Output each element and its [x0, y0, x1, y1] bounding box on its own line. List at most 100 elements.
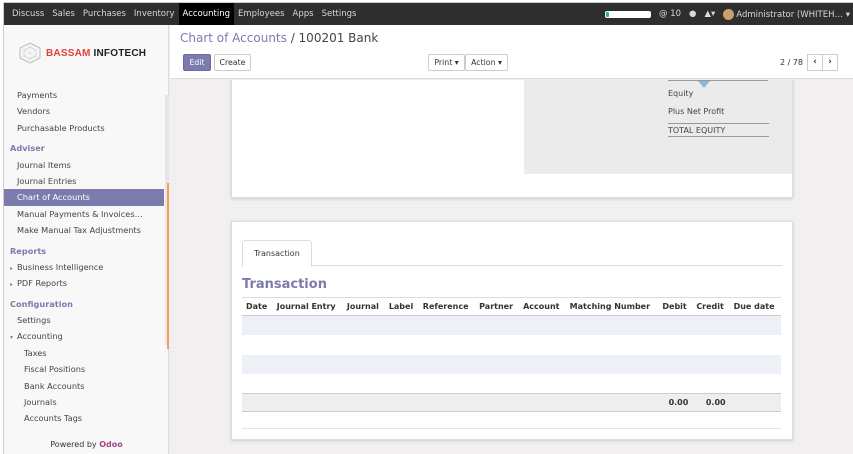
sidebar-item-label: Business Intelligence: [17, 261, 104, 272]
breadcrumb-link-chart-of-accounts[interactable]: Chart of Accounts: [180, 31, 287, 45]
column-header-credit[interactable]: Credit: [692, 297, 730, 316]
powered-by: Powered by Odoo: [50, 440, 123, 449]
sidebar-item-label: PDF Reports: [17, 278, 67, 289]
sidebar-item-label: Taxes: [24, 347, 47, 358]
top-menu-discuss[interactable]: Discuss: [8, 3, 48, 25]
sidebar-item-label: Payments: [17, 90, 58, 100]
action-dropdown[interactable]: Action ▾: [465, 54, 508, 71]
column-header-journal-entry[interactable]: Journal Entry: [272, 297, 343, 316]
table-row[interactable]: [242, 374, 781, 394]
caret-right-icon: ▸: [10, 281, 14, 289]
top-menu-inventory[interactable]: Inventory: [130, 3, 179, 25]
sidebar-item-vendors[interactable]: Vendors: [4, 103, 164, 119]
control-panel: Chart of Accounts / 100201 Bank Edit Cre…: [170, 25, 853, 79]
column-header-debit[interactable]: Debit: [658, 297, 693, 316]
column-header-matching-number[interactable]: Matching Number: [565, 297, 659, 316]
sidebar-item-label: Accounts Tags: [24, 413, 83, 424]
sidebar-item-label: Journals: [24, 397, 57, 408]
sidebar-item-journal-entries[interactable]: Journal Entries: [4, 173, 164, 189]
table-row[interactable]: [242, 354, 781, 374]
column-header-due-date[interactable]: Due date: [729, 297, 781, 316]
user-name: Administrator (WHITEH…: [736, 9, 844, 20]
sidebar-item-label: Purchasable Products: [17, 122, 105, 133]
sidebar-item-label: Settings: [17, 315, 51, 326]
sidebar-item-bank-accounts[interactable]: Bank Accounts: [4, 378, 164, 394]
chat-icon[interactable]: ●: [689, 9, 696, 19]
sidebar-item-payments[interactable]: Payments: [4, 87, 164, 103]
systray: @ 10 ● ▲▾ Administrator (WHITEH… ▾: [605, 3, 850, 25]
table-footer-totals: 0.00 0.00: [242, 393, 781, 412]
sidebar-item-label: Chart of Accounts: [17, 192, 90, 203]
column-header-reference[interactable]: Reference: [418, 297, 476, 316]
table-row[interactable]: [242, 335, 781, 355]
pager-previous-button[interactable]: ‹: [807, 54, 823, 71]
top-menu: Discuss Sales Purchases Inventory Accounting…: [4, 3, 360, 25]
pager-value[interactable]: 2 / 78: [780, 58, 803, 67]
column-header-partner[interactable]: Partner: [475, 297, 520, 316]
notebook-tabs: Transaction: [242, 240, 782, 267]
section-title: Transaction: [242, 277, 327, 292]
sidebar-item-journals[interactable]: Journals: [4, 394, 164, 410]
top-menu-purchases[interactable]: Purchases: [79, 3, 130, 25]
sidebar-item-make-manual-tax-adjustments[interactable]: Make Manual Tax Adjustments: [4, 222, 164, 238]
top-navbar: Discuss Sales Purchases Inventory Accounting…: [4, 3, 853, 25]
debit-total: 0.00: [658, 393, 693, 412]
sidebar-header-configuration: Configuration: [10, 298, 73, 309]
scroll-indicator: [167, 183, 169, 349]
sidebar: BASSAM INFOTECH Payments Vendors Purchasab…: [4, 25, 169, 454]
top-menu-apps[interactable]: Apps: [289, 3, 318, 25]
create-button[interactable]: Create: [214, 54, 251, 71]
sidebar-item-settings[interactable]: Settings: [4, 312, 164, 328]
sidebar-item-accounting[interactable]: ▾ Accounting: [4, 328, 164, 344]
breadcrumb-separator: /: [286, 31, 299, 45]
sidebar-item-manual-payments-invoices[interactable]: Manual Payments & Invoices…: [4, 206, 164, 222]
sidebar-menu: Payments Vendors Purchasable Products Advis…: [4, 87, 164, 427]
top-menu-employees[interactable]: Employees: [234, 3, 289, 25]
table-bottom-line: [242, 428, 781, 429]
edit-button[interactable]: Edit: [183, 54, 211, 71]
column-header-account[interactable]: Account: [519, 297, 566, 316]
messages-counter[interactable]: @ 10: [659, 9, 681, 19]
app-window: Discuss Sales Purchases Inventory Accounting…: [3, 2, 853, 454]
sidebar-item-chart-of-accounts[interactable]: Chart of Accounts: [4, 189, 164, 206]
sidebar-item-label: Journal Entries: [17, 175, 77, 186]
breadcrumb-current: 100201 Bank: [298, 31, 379, 45]
sidebar-item-fiscal-positions[interactable]: Fiscal Positions: [4, 361, 164, 377]
table-header-row: Date Journal Entry Journal Label Reference Pa…: [242, 297, 781, 316]
sidebar-item-journal-items[interactable]: Journal Items: [4, 157, 164, 173]
sidebar-item-pdf-reports[interactable]: ▸ PDF Reports: [4, 275, 164, 291]
top-menu-sales[interactable]: Sales: [48, 3, 79, 25]
due-date-total: [729, 393, 781, 412]
company-logo[interactable]: BASSAM INFOTECH: [4, 25, 169, 81]
top-menu-settings[interactable]: Settings: [318, 3, 361, 25]
sidebar-item-label: Manual Payments & Invoices…: [17, 208, 143, 219]
form-sheet-top: Equity Plus Net Profit TOTAL EQUITY: [231, 80, 793, 198]
pager-next-button[interactable]: ›: [822, 54, 838, 71]
column-header-journal[interactable]: Journal: [342, 297, 385, 316]
report-preview: Equity Plus Net Profit TOTAL EQUITY: [524, 80, 792, 174]
credit-total: 0.00: [692, 393, 730, 412]
print-dropdown[interactable]: Print ▾: [428, 54, 465, 71]
user-menu[interactable]: Administrator (WHITEH… ▾: [723, 8, 850, 20]
column-header-date[interactable]: Date: [242, 297, 273, 316]
logo-cube-icon: [19, 42, 41, 64]
chevron-down-icon: ▾: [845, 9, 850, 20]
breadcrumb: Chart of Accounts / 100201 Bank: [180, 31, 378, 45]
sidebar-item-taxes[interactable]: Taxes: [4, 345, 164, 361]
table-row[interactable]: [242, 315, 781, 335]
progress-widget: [605, 10, 652, 18]
sidebar-header-adviser: Adviser: [10, 143, 45, 154]
gift-icon[interactable]: ▲▾: [704, 9, 715, 19]
caret-down-icon: ▾: [10, 334, 14, 342]
sidebar-item-business-intelligence[interactable]: ▸ Business Intelligence: [4, 259, 164, 275]
column-header-label[interactable]: Label: [384, 297, 419, 316]
report-rule: [668, 80, 768, 81]
top-menu-accounting[interactable]: Accounting: [178, 3, 234, 25]
sidebar-item-purchasable-products[interactable]: Purchasable Products: [4, 120, 164, 136]
logo-text: BASSAM INFOTECH: [46, 47, 147, 59]
sidebar-item-accounts-tags[interactable]: Accounts Tags: [4, 410, 164, 426]
report-line-net-profit: Plus Net Profit: [668, 107, 725, 116]
sidebar-header-reports: Reports: [10, 245, 47, 256]
tab-transaction[interactable]: Transaction: [242, 240, 312, 267]
footer-spacer: [242, 393, 659, 412]
